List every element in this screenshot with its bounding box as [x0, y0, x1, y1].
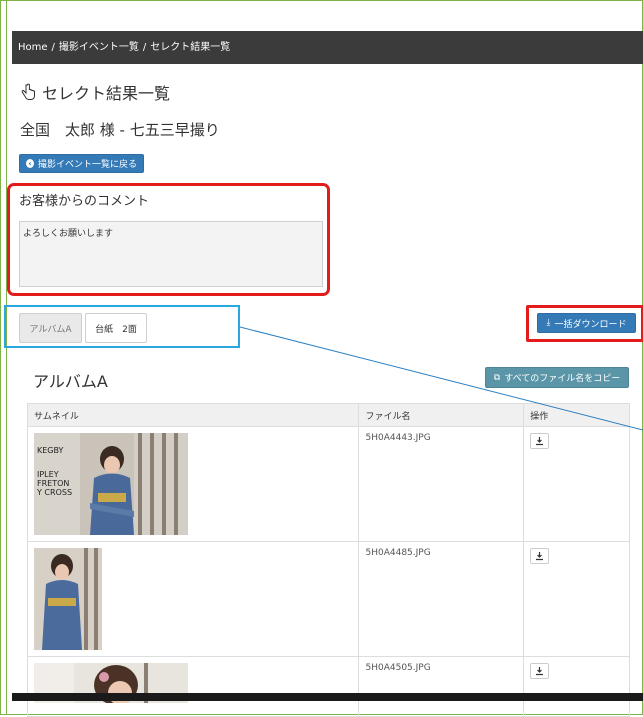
thumbnail-text: IPLEY: [37, 470, 59, 479]
copy-all-filenames-button[interactable]: ⧉ すべてのファイル名をコピー: [485, 367, 629, 388]
column-header-thumbnail: サムネイル: [26, 403, 360, 427]
back-to-events-button[interactable]: ‹ 撮影イベント一覧に戻る: [19, 154, 144, 173]
breadcrumb: Home / 撮影イベント一覧 / セレクト結果一覧: [12, 31, 643, 64]
page-title-text: セレクト結果一覧: [42, 84, 171, 103]
copy-icon: ⧉: [493, 372, 501, 383]
action-cell: [523, 656, 630, 717]
table-row: KEGBY IPLEY FRETON Y CROSS 5H0A4443.JPG: [26, 426, 630, 542]
thumbnail-cell: [26, 541, 360, 657]
copy-button-label: すべてのファイル名をコピー: [504, 374, 621, 384]
action-cell: [523, 541, 630, 657]
table-row: 5H0A4485.JPG: [26, 541, 630, 657]
download-file-button[interactable]: [530, 663, 550, 679]
arrow-left-circle-icon: ‹: [26, 159, 34, 168]
table-row: 5H0A4505.JPG: [26, 656, 630, 717]
download-icon: [536, 666, 544, 675]
thumbnail-text: FRETON: [37, 479, 69, 488]
thumbnail-text: KEGBY: [37, 446, 64, 455]
download-icon: [536, 551, 544, 560]
table-header-row: サムネイル ファイル名 操作: [26, 403, 630, 427]
hand-pointer-icon: [21, 83, 35, 100]
thumbnail-cell: [26, 656, 360, 717]
breadcrumb-events[interactable]: 撮影イベント一覧: [59, 42, 139, 53]
breadcrumb-separator: /: [51, 42, 55, 53]
breadcrumb-current: セレクト結果一覧: [150, 42, 231, 53]
download-file-button[interactable]: [530, 433, 550, 449]
customer-event-line: 全国 太郎 様 - 七五三早撮り: [20, 121, 220, 139]
album-title: アルバムA: [33, 372, 108, 391]
column-header-action: 操作: [523, 403, 630, 427]
download-file-button[interactable]: [530, 548, 550, 564]
filename-cell: 5H0A4485.JPG: [358, 541, 525, 657]
selected-files-table: サムネイル ファイル名 操作 KEGBY IPLEY FRETON Y CROS…: [26, 403, 630, 717]
bottom-bar: [12, 693, 643, 701]
filename-cell: 5H0A4443.JPG: [358, 426, 525, 542]
thumbnail-text: Y CROSS: [36, 488, 72, 497]
action-cell: [523, 426, 630, 542]
breadcrumb-home[interactable]: Home: [18, 42, 48, 53]
breadcrumb-separator: /: [142, 42, 147, 53]
blue-highlight-tabs: [4, 305, 240, 348]
column-header-filename: ファイル名: [358, 403, 525, 427]
back-button-label: 撮影イベント一覧に戻る: [37, 160, 137, 170]
download-icon: [536, 436, 544, 445]
photo-thumbnail[interactable]: [34, 548, 102, 650]
frame-inner-line: [6, 1, 7, 714]
filename-cell: 5H0A4505.JPG: [358, 656, 525, 717]
red-highlight-comment: [7, 183, 330, 296]
photo-thumbnail[interactable]: KEGBY IPLEY FRETON Y CROSS: [34, 433, 188, 535]
page-title: セレクト結果一覧: [20, 80, 170, 104]
thumbnail-cell: KEGBY IPLEY FRETON Y CROSS: [26, 426, 360, 542]
red-highlight-download: [526, 305, 643, 342]
